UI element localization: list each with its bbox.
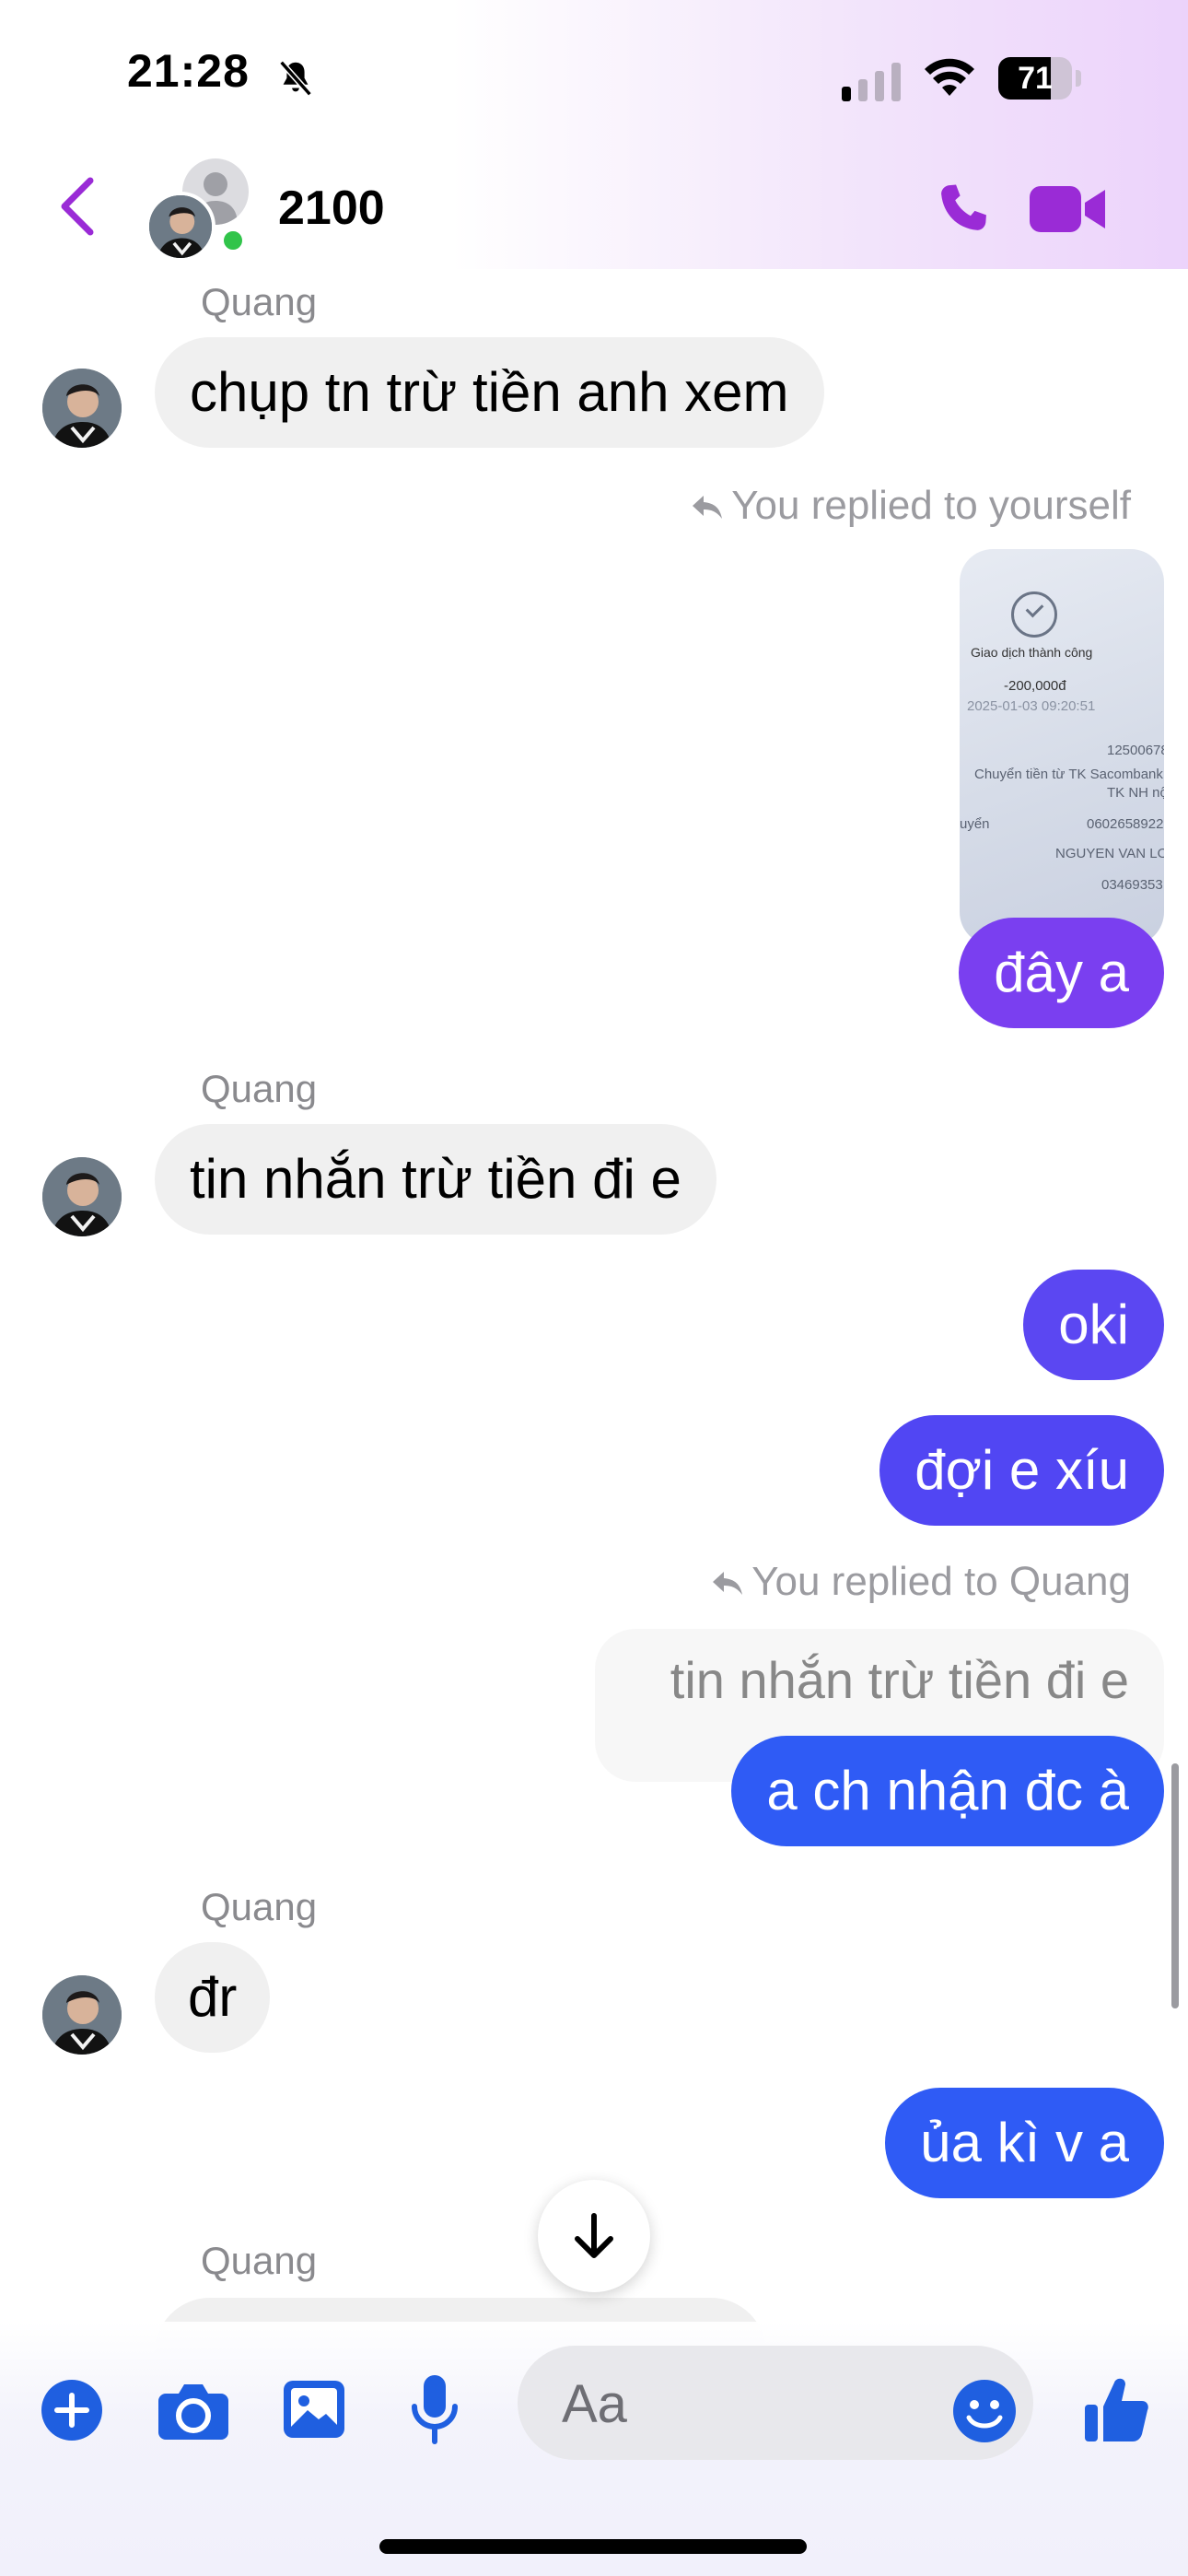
sender-name: Quang	[201, 280, 318, 323]
emoji-icon[interactable]	[952, 2379, 1017, 2443]
sender-avatar[interactable]	[42, 1975, 122, 2055]
sender-name: Quang	[201, 1067, 318, 1110]
reply-indicator: You replied to Quang	[711, 1559, 1131, 1605]
message-bubble[interactable]: chụp tn trừ tiền anh xem	[155, 337, 824, 448]
reply-label-text: You replied to yourself	[731, 483, 1131, 528]
battery-level: 71	[1018, 61, 1053, 96]
sender-avatar[interactable]	[42, 1157, 122, 1236]
arrow-down-icon	[575, 2213, 613, 2258]
receipt-line: 0602658922	[1087, 816, 1164, 832]
receipt-line: uyển	[960, 816, 990, 832]
message-bubble[interactable]: a ch nhận đc à	[731, 1736, 1164, 1846]
message-bubble[interactable]: đây a	[959, 918, 1164, 1028]
chevron-left-icon[interactable]	[57, 177, 98, 236]
microphone-icon[interactable]	[409, 2373, 460, 2447]
member-avatar	[146, 192, 215, 262]
home-indicator	[379, 2539, 807, 2554]
reply-arrow-icon	[713, 1572, 743, 1596]
cellular-signal-icon	[842, 63, 901, 101]
photo-attachment[interactable]: Giao dịch thành công -200,000đ 2025-01-0…	[960, 549, 1164, 945]
message-bubble[interactable]: ủa kì v a	[885, 2088, 1164, 2198]
message-input-placeholder: Aa	[562, 2374, 627, 2434]
reply-arrow-icon	[693, 496, 723, 520]
bell-slash-icon	[279, 60, 312, 97]
video-camera-icon[interactable]	[1030, 182, 1107, 236]
phone-icon[interactable]	[932, 177, 995, 240]
plus-circle-icon[interactable]	[41, 2379, 103, 2441]
receipt-line: TK NH nội	[1107, 785, 1164, 801]
thumbs-up-icon[interactable]	[1083, 2373, 1149, 2443]
message-bubble[interactable]: tin nhắn trừ tiền đi e	[155, 1124, 716, 1235]
receipt-line: -200,000đ	[1004, 678, 1066, 694]
sender-avatar[interactable]	[42, 369, 122, 448]
message-bubble[interactable]: oki	[1023, 1270, 1164, 1380]
status-time: 21:28	[127, 45, 250, 97]
messenger-chat-screen: 21:28 71 2100 Quang chụp tn trừ tiền anh…	[0, 0, 1188, 2576]
chat-title[interactable]: 2100	[278, 181, 385, 236]
receipt-line: Chuyển tiền từ TK Sacombank	[974, 767, 1163, 782]
sender-name: Quang	[201, 1885, 318, 1928]
receipt-line: 12500678	[1107, 743, 1164, 758]
scroll-to-bottom-button[interactable]	[538, 2180, 650, 2292]
online-status-dot	[219, 227, 247, 254]
battery-icon: 71	[998, 57, 1081, 100]
receipt-line: 2025-01-03 09:20:51	[967, 698, 1096, 714]
reply-label-text: You replied to Quang	[751, 1559, 1131, 1604]
message-bubble[interactable]: đr	[155, 1942, 271, 2053]
sender-name: Quang	[201, 2239, 318, 2282]
receipt-line: 03469353	[1101, 877, 1163, 893]
message-bubble[interactable]: đợi e xíu	[879, 1415, 1164, 1526]
receipt-line: Giao dịch thành công	[971, 645, 1093, 660]
wifi-icon	[925, 58, 974, 96]
reply-indicator: You replied to yourself	[691, 483, 1131, 529]
group-avatar[interactable]	[146, 158, 254, 262]
top-bar: 21:28 71 2100	[0, 0, 1188, 269]
check-circle-icon	[1011, 591, 1057, 638]
camera-icon[interactable]	[158, 2381, 228, 2440]
scrollbar[interactable]	[1171, 1763, 1179, 2008]
photo-icon[interactable]	[282, 2377, 346, 2441]
receipt-line: NGUYEN VAN LO	[1055, 846, 1164, 861]
